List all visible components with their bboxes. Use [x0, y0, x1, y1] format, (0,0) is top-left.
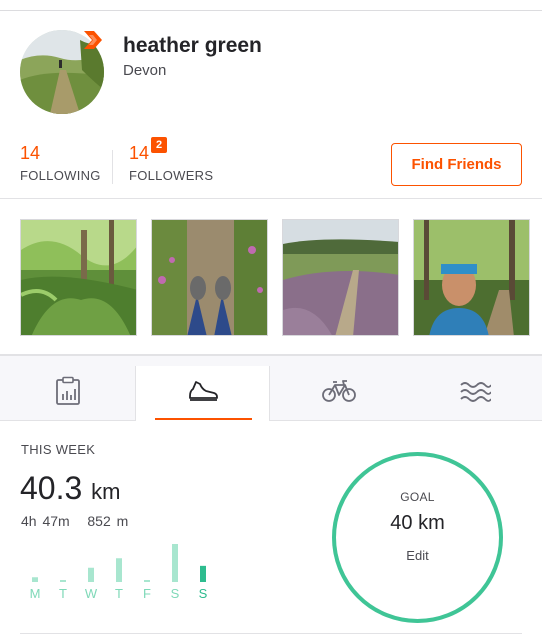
weekly-elevation: 852 m — [87, 513, 129, 529]
bicycle-icon — [321, 380, 356, 407]
day-bar — [88, 567, 94, 582]
photo-thumbnail[interactable] — [151, 219, 268, 336]
running-shoe-icon — [187, 379, 219, 408]
day-label: M — [29, 586, 41, 601]
weekly-bar-chart — [32, 544, 206, 582]
top-divider — [0, 10, 542, 11]
day-bar — [200, 565, 206, 582]
weekly-time: 4h 47m — [21, 513, 70, 529]
day-label: F — [143, 586, 151, 601]
weekly-distance-unit: km — [91, 479, 121, 504]
tab-ride[interactable] — [271, 366, 406, 421]
avatar[interactable] — [20, 30, 104, 114]
stats-divider — [112, 150, 113, 184]
profile-name: heather green — [123, 34, 262, 57]
waves-icon — [459, 380, 492, 407]
tab-run[interactable] — [135, 366, 270, 421]
goal-label: GOAL — [400, 490, 435, 504]
this-week-label: THIS WEEK — [21, 442, 96, 457]
day-bar — [60, 580, 66, 582]
goal-edit-link[interactable]: Edit — [331, 548, 504, 563]
goal-value: 40 km — [390, 512, 445, 534]
tab-swim[interactable] — [407, 366, 542, 421]
followers-label[interactable]: FOLLOWERS — [129, 168, 213, 183]
new-followers-badge: 2 — [151, 137, 167, 153]
following-label[interactable]: FOLLOWING — [20, 168, 101, 183]
clipboard-chart-icon — [55, 376, 81, 411]
day-label: S — [170, 586, 180, 601]
day-bar — [172, 544, 178, 582]
profile-location: Devon — [123, 62, 167, 79]
weekly-summary: 4h 47m 852 m — [21, 513, 128, 529]
followers-count[interactable]: 14 — [129, 143, 149, 164]
weekly-distance-value: 40.3 — [20, 470, 83, 506]
subscriber-badge-icon — [82, 30, 104, 50]
photo-thumbnail[interactable] — [282, 219, 399, 336]
day-label: S — [198, 586, 208, 601]
day-bar — [116, 558, 122, 582]
bottom-divider — [20, 633, 522, 634]
goal-progress-ring[interactable] — [331, 451, 504, 624]
active-tab-indicator — [155, 418, 252, 420]
find-friends-button[interactable]: Find Friends — [391, 143, 522, 186]
photo-thumbnail[interactable] — [413, 219, 530, 336]
tab-activities-overview[interactable] — [0, 366, 135, 421]
day-label: T — [115, 586, 123, 601]
day-bar — [144, 580, 150, 582]
weekly-distance: 40.3 km — [20, 470, 121, 507]
following-count[interactable]: 14 — [20, 143, 40, 164]
day-label: T — [59, 586, 67, 601]
photo-thumbnail[interactable] — [20, 219, 137, 336]
day-bar — [32, 577, 38, 582]
section-divider — [0, 198, 542, 199]
day-label: W — [84, 586, 98, 601]
